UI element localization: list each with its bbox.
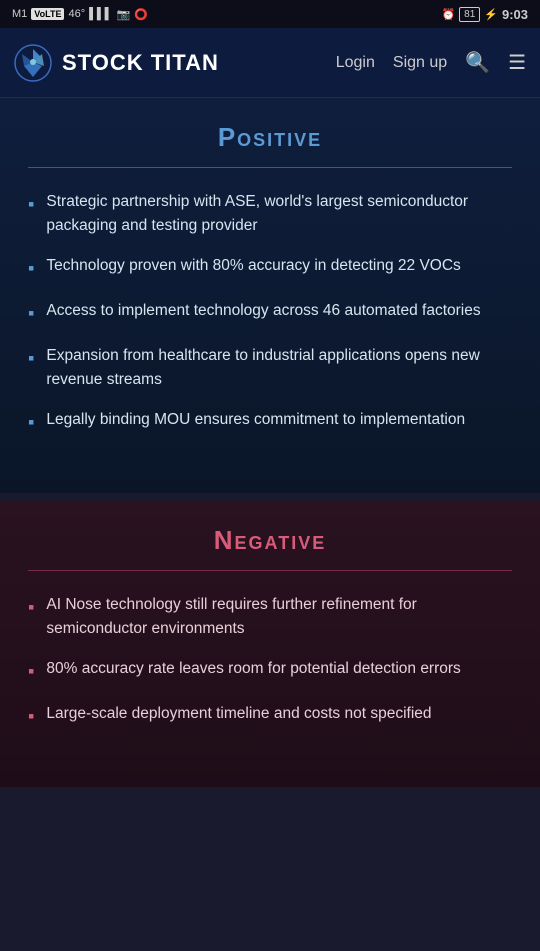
battery-indicator: 81 — [459, 7, 480, 22]
positive-bullet-item: Legally binding MOU ensures commitment t… — [28, 408, 512, 437]
positive-bullet-list: Strategic partnership with ASE, world's … — [28, 190, 512, 437]
signup-link[interactable]: Sign up — [393, 54, 447, 72]
menu-icon[interactable]: ☰ — [508, 50, 526, 75]
network-type: 46° — [68, 8, 85, 20]
search-icon[interactable]: 🔍 — [465, 50, 490, 75]
logo-area: STOCK TITAN — [14, 44, 336, 82]
positive-title: Positive — [28, 122, 512, 153]
status-bar: M1 VoLTE 46° ▌▌▌ 📷 ⭕ ⏰ 81 ⚡ 9:03 — [0, 0, 540, 28]
charging-icon: ⚡ — [484, 8, 498, 21]
positive-bullet-item: Technology proven with 80% accuracy in d… — [28, 254, 512, 283]
negative-divider — [28, 570, 512, 571]
negative-bullet-list: AI Nose technology still requires furthe… — [28, 593, 512, 731]
battery-level: 81 — [464, 9, 475, 20]
status-left: M1 VoLTE 46° ▌▌▌ 📷 ⭕ — [12, 8, 148, 21]
time-display: 9:03 — [502, 7, 528, 22]
volte-badge: VoLTE — [31, 8, 64, 20]
negative-bullet-item: Large-scale deployment timeline and cost… — [28, 702, 512, 731]
logo-text: STOCK TITAN — [62, 50, 219, 76]
negative-bullet-item: AI Nose technology still requires furthe… — [28, 593, 512, 641]
status-right: ⏰ 81 ⚡ 9:03 — [441, 7, 528, 22]
instagram-icon: 📷 — [116, 8, 130, 21]
positive-bullet-item: Expansion from healthcare to industrial … — [28, 344, 512, 392]
positive-bullet-item: Access to implement technology across 46… — [28, 299, 512, 328]
alarm-icon: ⏰ — [441, 8, 455, 21]
positive-divider — [28, 167, 512, 168]
navbar: STOCK TITAN Login Sign up 🔍 ☰ — [0, 28, 540, 98]
main-content: Positive Strategic partnership with ASE,… — [0, 98, 540, 787]
nav-links: Login Sign up 🔍 ☰ — [336, 50, 526, 75]
positive-bullet-item: Strategic partnership with ASE, world's … — [28, 190, 512, 238]
negative-title: Negative — [28, 525, 512, 556]
negative-bullet-item: 80% accuracy rate leaves room for potent… — [28, 657, 512, 686]
login-link[interactable]: Login — [336, 54, 375, 72]
instagram2-icon: ⭕ — [134, 8, 148, 21]
carrier-text: M1 — [12, 8, 27, 20]
signal-icon: ▌▌▌ — [89, 8, 112, 20]
positive-section: Positive Strategic partnership with ASE,… — [0, 98, 540, 493]
logo-icon — [14, 44, 52, 82]
negative-section: Negative AI Nose technology still requir… — [0, 501, 540, 787]
